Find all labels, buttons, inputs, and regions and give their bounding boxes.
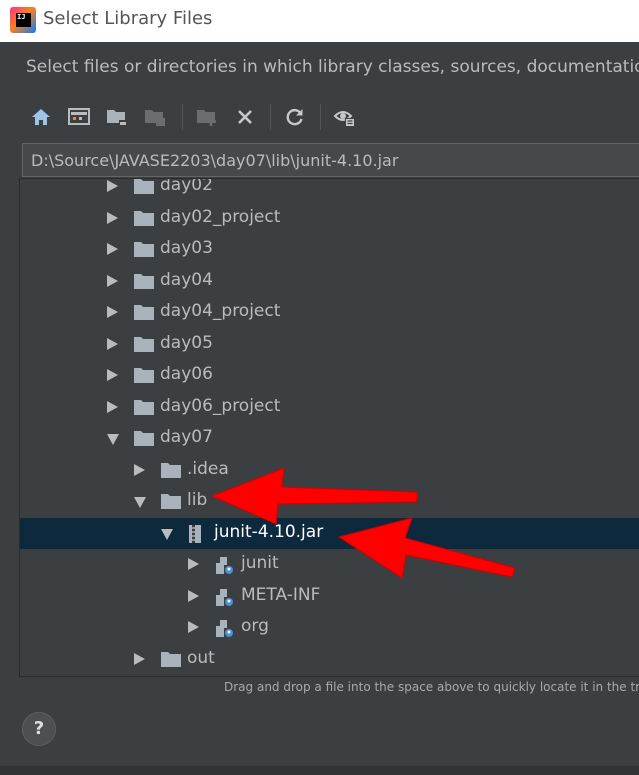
collapsed-arrow-icon[interactable]	[188, 558, 199, 570]
tree-item-label: org	[241, 616, 269, 636]
tree-item-label: out	[187, 647, 215, 668]
home-button[interactable]	[26, 101, 56, 133]
tree-item-label: META-INF	[241, 584, 321, 605]
tree-item-label: lib	[187, 490, 208, 510]
folder-icon	[160, 492, 182, 514]
collapsed-arrow-icon[interactable]	[107, 243, 118, 255]
intellij-logo-icon: IJ	[10, 7, 36, 33]
folder-icon	[133, 179, 155, 199]
collapsed-arrow-icon[interactable]	[107, 180, 118, 192]
tree-item-label: day04_project	[160, 301, 281, 321]
tree-item-label: .idea	[187, 458, 229, 479]
refresh-icon	[286, 109, 303, 126]
dialog-footer-strip	[0, 766, 639, 775]
drag-drop-hint: Drag and drop a file into the space abov…	[224, 680, 639, 694]
project-button[interactable]	[102, 101, 132, 133]
collapsed-arrow-icon[interactable]	[107, 400, 118, 413]
tree-row[interactable]: day07	[20, 423, 639, 454]
tree-row[interactable]: org	[20, 612, 639, 643]
logo-text: IJ	[16, 13, 31, 27]
tree-item-label: junit-4.10.jar	[214, 521, 324, 542]
path-input[interactable]: D:\Source\JAVASE2203\day07\lib\junit-4.1…	[22, 143, 639, 177]
package-icon	[214, 555, 236, 579]
desktop-button[interactable]	[64, 101, 94, 133]
tree-row[interactable]: day05	[20, 329, 639, 360]
tree-row[interactable]: lib	[20, 486, 639, 517]
folder-icon	[133, 272, 155, 294]
expanded-arrow-icon[interactable]	[134, 497, 146, 508]
tree-row[interactable]: out	[20, 644, 639, 675]
tree-row[interactable]: day06_project	[20, 392, 639, 423]
new-folder-icon	[197, 110, 216, 126]
collapsed-arrow-icon[interactable]	[134, 463, 145, 476]
tree-item-label: day05	[160, 332, 213, 353]
collapsed-arrow-icon[interactable]	[188, 589, 199, 602]
tree-item-label: junit	[241, 553, 279, 573]
expanded-arrow-icon[interactable]	[107, 434, 119, 445]
title-bar: IJ Select Library Files	[0, 0, 639, 42]
tree-row[interactable]: META-INF	[20, 581, 639, 612]
folder-icon	[133, 429, 155, 451]
folder-icon	[133, 398, 155, 420]
package-icon	[214, 587, 236, 611]
folder-icon	[133, 335, 155, 357]
tree-row[interactable]: .idea	[20, 455, 639, 486]
toolbar-separator	[182, 104, 183, 130]
refresh-button[interactable]	[280, 101, 310, 133]
delete-button[interactable]	[230, 101, 260, 133]
tree-row[interactable]: day02	[20, 178, 639, 202]
new-folder-button[interactable]	[192, 101, 222, 133]
package-icon	[214, 618, 236, 642]
collapsed-arrow-icon[interactable]	[107, 306, 118, 318]
window-title: Select Library Files	[43, 8, 213, 29]
collapsed-arrow-icon[interactable]	[134, 652, 145, 665]
folder-icon	[133, 209, 155, 231]
module-folder-icon	[145, 110, 165, 126]
folder-icon	[133, 240, 155, 262]
tree-row[interactable]: day03	[20, 234, 639, 265]
jar-archive-icon	[187, 524, 203, 548]
tree-item-label: day02	[160, 178, 213, 195]
expanded-arrow-icon[interactable]	[161, 528, 173, 540]
collapsed-arrow-icon[interactable]	[107, 211, 118, 224]
folder-icon	[133, 303, 155, 325]
folder-icon	[160, 461, 182, 483]
tree-row[interactable]: day02_project	[20, 203, 639, 234]
module-button[interactable]	[140, 101, 170, 133]
close-icon	[238, 110, 252, 124]
tree-item-label: day06_project	[160, 395, 281, 416]
desktop-icon	[68, 108, 90, 125]
show-hidden-icon	[333, 111, 355, 127]
tree-row[interactable]: day06	[20, 360, 639, 391]
collapsed-arrow-icon[interactable]	[188, 621, 199, 633]
project-folder-icon	[107, 110, 127, 126]
collapsed-arrow-icon[interactable]	[107, 274, 118, 287]
collapsed-arrow-icon[interactable]	[107, 369, 118, 381]
folder-icon	[160, 650, 182, 672]
tree-item-label: day04	[160, 269, 213, 290]
tree-item-label: day07	[160, 427, 213, 447]
tree-item-label: day06	[160, 364, 213, 384]
tree-row[interactable]: day04_project	[20, 297, 639, 328]
tree-row[interactable]: junit	[20, 549, 639, 580]
file-tree[interactable]: day02 day02_project day03 day04 day04_projec…	[19, 178, 639, 677]
tree-item-label: day03	[160, 238, 213, 258]
home-icon	[32, 109, 50, 125]
show-hidden-button[interactable]	[330, 101, 360, 133]
folder-icon	[133, 366, 155, 388]
tree-item-label: day02_project	[160, 206, 281, 227]
toolbar-separator	[270, 104, 271, 130]
dialog-description: Select files or directories in which lib…	[26, 57, 639, 77]
collapsed-arrow-icon[interactable]	[107, 337, 118, 350]
help-button[interactable]: ?	[22, 712, 56, 746]
toolbar-separator	[320, 104, 321, 130]
tree-row[interactable]: junit-4.10.jar	[20, 517, 639, 549]
tree-row[interactable]: day04	[20, 266, 639, 297]
